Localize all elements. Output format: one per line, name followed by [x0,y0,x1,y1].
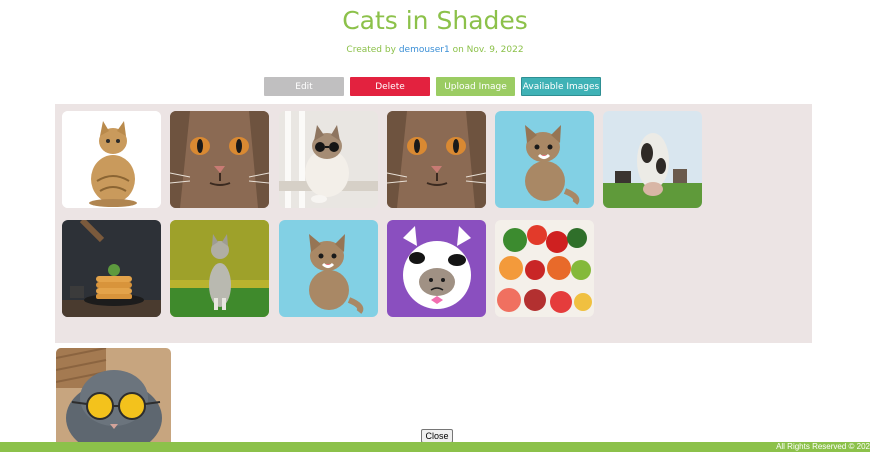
cat-sitting-image[interactable] [62,111,161,208]
fruits-vegetables-image[interactable] [495,220,594,317]
page-title: Cats in Shades [342,6,528,35]
cat-in-cow-costume-image[interactable] [387,220,486,317]
cat-face-closeup-image[interactable] [387,111,486,208]
kitten-blue-background-image[interactable] [495,111,594,208]
cat-with-round-sunglasses-image[interactable] [56,348,171,444]
upload-image-button[interactable]: Upload Image [436,77,515,96]
delete-button[interactable]: Delete [350,77,430,96]
page-subtitle: Created by demouser1 on Nov. 9, 2022 [0,45,870,55]
cat-face-closeup-image[interactable] [170,111,269,208]
author-link[interactable]: demouser1 [399,45,450,55]
subtitle-date: on Nov. 9, 2022 [452,45,524,55]
close-button[interactable]: Close [421,429,453,443]
available-images-button[interactable]: Available Images [521,77,601,96]
cat-on-grass-image[interactable] [170,220,269,317]
footer-copyright: All Rights Reserved © 202 [776,442,870,451]
kitten-blue-background-image[interactable] [279,220,378,317]
available-images-panel: Close [55,104,812,443]
footer: All Rights Reserved © 202 [0,442,870,452]
pancakes-image[interactable] [62,220,161,317]
cow-wide-angle-image[interactable] [603,111,702,208]
subtitle-prefix: Created by [346,45,396,55]
edit-button[interactable]: Edit [264,77,344,96]
cat-wearing-sunglasses-image[interactable] [279,111,378,208]
